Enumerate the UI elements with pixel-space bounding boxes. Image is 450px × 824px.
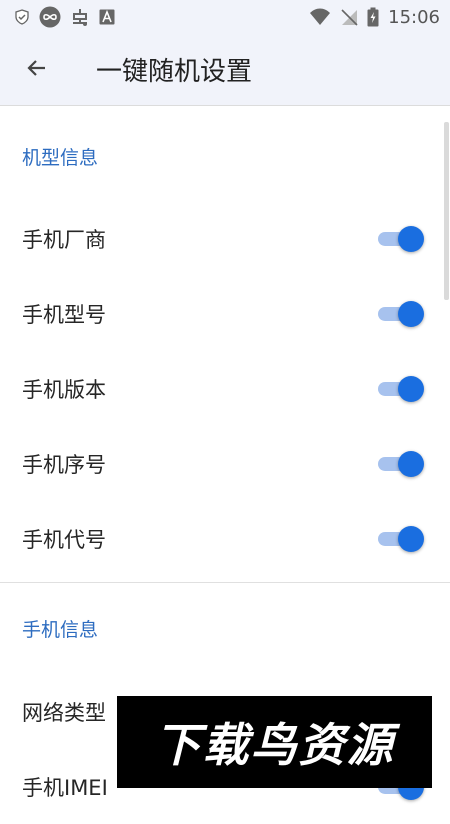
section-header-phone-info: 手机信息 — [22, 619, 99, 641]
watermark: 下载鸟资源 — [117, 696, 432, 788]
shield-check-icon — [14, 9, 30, 25]
setting-label: 手机型号 — [22, 302, 106, 327]
setting-row-version[interactable]: 手机版本 — [0, 351, 450, 426]
status-time: 15:06 — [388, 6, 440, 28]
status-left-icons — [14, 6, 115, 28]
manufacturer-switch[interactable] — [378, 225, 424, 252]
status-bar: 15:06 — [0, 0, 450, 34]
setting-row-model[interactable]: 手机型号 — [0, 276, 450, 351]
page-title: 一键随机设置 — [96, 57, 253, 87]
status-right-icons: 15:06 — [309, 7, 440, 28]
setting-label: 手机版本 — [22, 377, 106, 402]
setting-label: 手机厂商 — [22, 227, 106, 252]
setting-label: 手机IMEI — [22, 775, 108, 800]
section-header-device-model: 机型信息 — [22, 147, 99, 169]
setting-row-serial[interactable]: 手机序号 — [0, 426, 450, 501]
font-a-icon — [99, 9, 115, 25]
version-switch[interactable] — [378, 375, 424, 402]
codename-switch[interactable] — [378, 525, 424, 552]
bug-icon — [70, 7, 90, 27]
infinity-icon — [39, 6, 61, 28]
back-button[interactable] — [0, 34, 74, 106]
watermark-text: 下载鸟资源 — [154, 718, 395, 772]
wifi-icon — [309, 8, 331, 26]
no-signal-icon — [340, 8, 358, 26]
app-bar: 一键随机设置 — [0, 34, 450, 106]
setting-label: 手机序号 — [22, 452, 106, 477]
scrollbar-thumb[interactable] — [444, 122, 449, 300]
setting-label: 手机代号 — [22, 527, 106, 552]
arrow-left-icon — [25, 56, 49, 84]
serial-switch[interactable] — [378, 450, 424, 477]
setting-row-manufacturer[interactable]: 手机厂商 — [0, 201, 450, 276]
battery-charging-icon — [367, 7, 379, 27]
setting-row-codename[interactable]: 手机代号 — [0, 501, 450, 576]
setting-label: 网络类型 — [22, 700, 106, 725]
model-switch[interactable] — [378, 300, 424, 327]
